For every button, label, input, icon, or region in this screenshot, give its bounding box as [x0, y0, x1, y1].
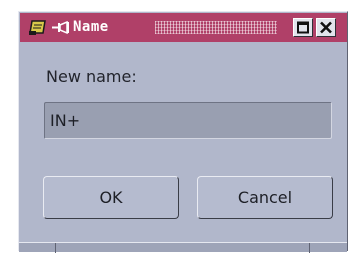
close-icon	[320, 21, 332, 34]
title-bar[interactable]: Name	[20, 13, 347, 42]
maximize-icon	[297, 21, 309, 34]
new-name-input[interactable]	[44, 102, 332, 139]
window-title: Name	[73, 19, 109, 35]
frame-handle-right[interactable]	[309, 243, 310, 253]
app-icon[interactable]	[28, 19, 48, 36]
close-button[interactable]	[316, 18, 336, 37]
cancel-button[interactable]: Cancel	[197, 176, 333, 219]
maximize-button[interactable]	[293, 18, 313, 37]
title-bar-grip	[155, 21, 277, 34]
rename-dialog: Name New name: OK Cancel	[18, 11, 348, 253]
ok-button[interactable]: OK	[43, 176, 179, 219]
pin-icon[interactable]	[52, 20, 70, 35]
frame-handle-left[interactable]	[55, 243, 56, 253]
new-name-label: New name:	[46, 67, 137, 86]
